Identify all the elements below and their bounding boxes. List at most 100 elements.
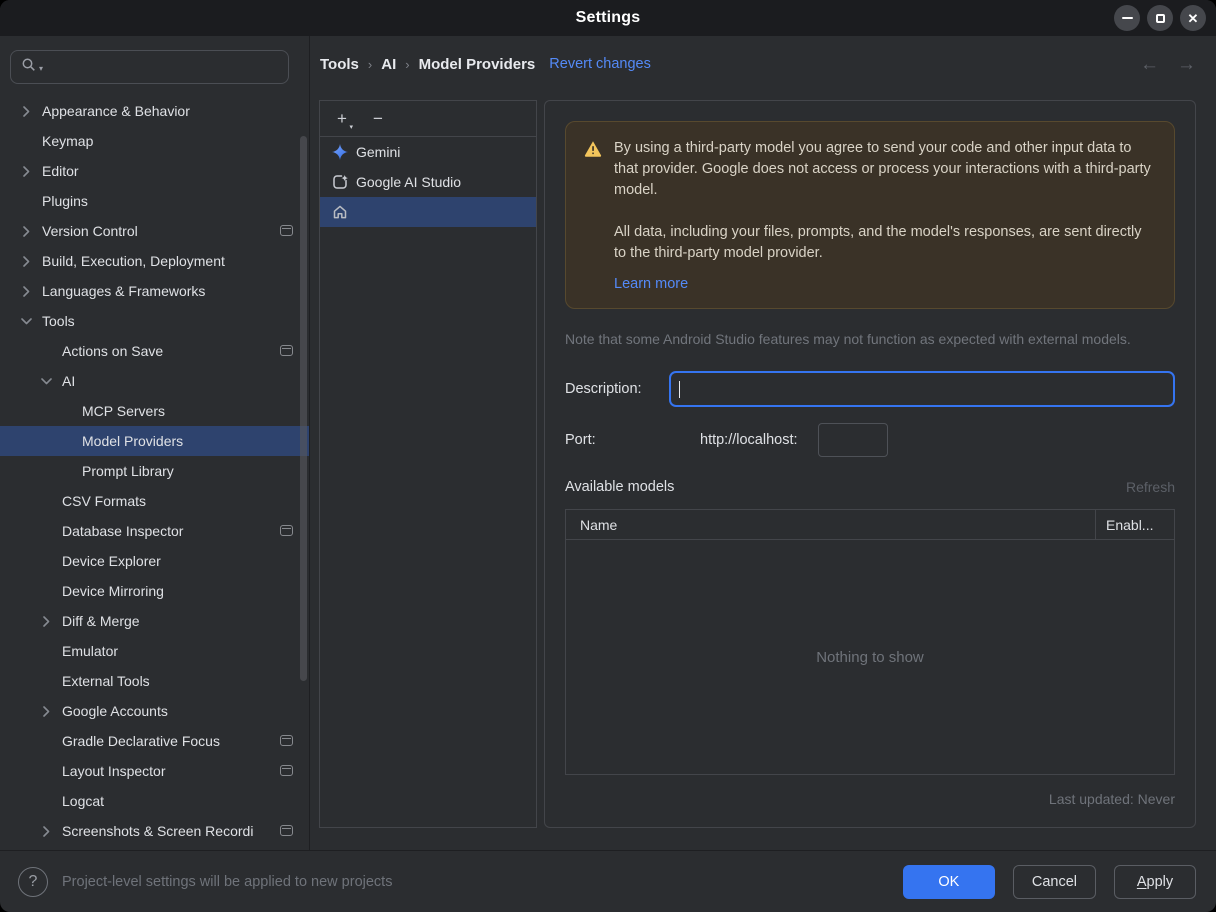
breadcrumb-part-ai[interactable]: AI xyxy=(381,56,396,73)
sidebar-item-tools[interactable]: Tools xyxy=(0,306,309,336)
sidebar-item-plugins[interactable]: Plugins xyxy=(0,186,309,216)
sidebar-item-label: External Tools xyxy=(62,673,150,689)
sidebar-item-label: MCP Servers xyxy=(82,403,165,419)
sidebar-item-screenshots-screen-recordi[interactable]: Screenshots & Screen Recordi xyxy=(0,816,309,846)
sidebar-item-build-execution-deployment[interactable]: Build, Execution, Deployment xyxy=(0,246,309,276)
help-button[interactable]: ? xyxy=(18,866,48,897)
sidebar-item-label: Actions on Save xyxy=(62,343,164,359)
providers-panel: + ▾ − Gemini Google AI Studio xyxy=(319,100,537,828)
ok-button[interactable]: OK xyxy=(902,864,995,899)
sidebar-item-editor[interactable]: Editor xyxy=(0,156,309,186)
breadcrumb-part-model-providers[interactable]: Model Providers xyxy=(419,56,536,73)
sidebar-item-device-explorer[interactable]: Device Explorer xyxy=(0,546,309,576)
description-input[interactable] xyxy=(669,371,1175,408)
breadcrumb-part-tools[interactable]: Tools xyxy=(320,56,359,73)
learn-more-link[interactable]: Learn more xyxy=(614,276,1156,292)
empty-table-text: Nothing to show xyxy=(816,648,924,666)
provider-item-new[interactable] xyxy=(320,197,536,227)
ai-studio-icon xyxy=(332,174,348,190)
titlebar: Settings ✕ xyxy=(0,0,1216,36)
settings-tree: Appearance & Behavior Keymap Editor Plugins… xyxy=(0,96,309,846)
sidebar-item-mcp-servers[interactable]: MCP Servers xyxy=(0,396,309,426)
sidebar-item-gradle-declarative-focus[interactable]: Gradle Declarative Focus xyxy=(0,726,309,756)
chevron-right-icon[interactable] xyxy=(16,165,42,177)
forward-arrow-icon[interactable]: → xyxy=(1177,55,1196,74)
project-settings-hint: Project-level settings will be applied t… xyxy=(62,873,393,890)
maximize-button[interactable] xyxy=(1147,5,1173,31)
sidebar-item-database-inspector[interactable]: Database Inspector xyxy=(0,516,309,546)
sidebar-item-label: Device Explorer xyxy=(62,553,161,569)
sidebar-item-ai[interactable]: AI xyxy=(0,366,309,396)
sidebar-item-layout-inspector[interactable]: Layout Inspector xyxy=(0,756,309,786)
add-provider-button[interactable]: + ▾ xyxy=(332,110,353,131)
sidebar-item-device-mirroring[interactable]: Device Mirroring xyxy=(0,576,309,606)
sidebar-item-label: Emulator xyxy=(62,643,119,659)
sidebar-item-model-providers[interactable]: Model Providers xyxy=(0,426,309,456)
chevron-down-icon[interactable] xyxy=(16,316,42,327)
providers-list: Gemini Google AI Studio xyxy=(320,137,536,827)
sidebar-item-label: Model Providers xyxy=(82,433,184,449)
help-icon: ? xyxy=(28,872,38,890)
sidebar-item-label: Editor xyxy=(42,163,79,179)
sidebar-item-label: AI xyxy=(62,373,76,389)
warning-icon xyxy=(584,140,602,292)
models-table-header: Name Enabl... xyxy=(566,510,1174,541)
providers-toolbar: + ▾ − xyxy=(320,101,536,137)
minus-icon: − xyxy=(373,109,383,128)
sidebar-item-diff-merge[interactable]: Diff & Merge xyxy=(0,606,309,636)
port-input[interactable] xyxy=(817,423,888,458)
chevron-right-icon[interactable] xyxy=(16,105,42,117)
description-row: Description: xyxy=(565,371,1175,408)
sidebar-item-label: Prompt Library xyxy=(82,463,174,479)
sidebar-item-prompt-library[interactable]: Prompt Library xyxy=(0,456,309,486)
sidebar-item-languages-frameworks[interactable]: Languages & Frameworks xyxy=(0,276,309,306)
sidebar-item-appearance-behavior[interactable]: Appearance & Behavior xyxy=(0,96,309,126)
chevron-right-icon[interactable] xyxy=(16,285,42,297)
search-icon xyxy=(21,57,37,78)
port-label: Port: xyxy=(565,432,596,449)
home-icon xyxy=(332,204,348,220)
close-button[interactable]: ✕ xyxy=(1180,5,1206,31)
chevron-right-icon[interactable] xyxy=(16,225,42,237)
window-title: Settings xyxy=(575,9,641,26)
revert-changes-link[interactable]: Revert changes xyxy=(549,56,651,72)
back-arrow-icon[interactable]: ← xyxy=(1140,55,1159,74)
chevron-right-icon[interactable] xyxy=(16,255,42,267)
apply-button[interactable]: Apply xyxy=(1114,864,1196,899)
sidebar-item-google-accounts[interactable]: Google Accounts xyxy=(0,696,309,726)
chevron-down-icon[interactable] xyxy=(36,376,62,387)
chevron-right-icon[interactable] xyxy=(36,705,62,717)
chevron-right-icon[interactable] xyxy=(36,825,62,837)
third-party-warning-banner: By using a third-party model you agree t… xyxy=(565,121,1175,310)
minimize-button[interactable] xyxy=(1114,5,1140,31)
cancel-button[interactable]: Cancel xyxy=(1012,864,1096,899)
footer-bar: ? Project-level settings will be applied… xyxy=(0,850,1216,912)
sidebar-item-emulator[interactable]: Emulator xyxy=(0,636,309,666)
column-header-name[interactable]: Name xyxy=(566,510,1096,540)
remove-provider-button[interactable]: − xyxy=(368,110,388,127)
sidebar-item-csv-formats[interactable]: CSV Formats xyxy=(0,486,309,516)
sidebar-item-label: Database Inspector xyxy=(62,523,184,539)
refresh-button[interactable]: Refresh xyxy=(1126,479,1175,495)
ide-window-icon xyxy=(280,345,293,356)
breadcrumb: Tools › AI › Model Providers xyxy=(320,56,535,73)
sidebar-item-external-tools[interactable]: External Tools xyxy=(0,666,309,696)
column-header-enabled[interactable]: Enabl... xyxy=(1096,517,1174,533)
sidebar-item-keymap[interactable]: Keymap xyxy=(0,126,309,156)
port-url-prefix: http://localhost: xyxy=(700,432,798,449)
search-options-caret-icon[interactable]: ▾ xyxy=(39,64,43,73)
search-input[interactable]: ▾ xyxy=(10,50,289,84)
sidebar-item-version-control[interactable]: Version Control xyxy=(0,216,309,246)
sidebar-item-label: Version Control xyxy=(42,223,138,239)
ide-window-icon xyxy=(280,225,293,236)
history-nav: ← → xyxy=(1140,55,1196,74)
provider-item-gemini[interactable]: Gemini xyxy=(320,137,536,167)
settings-sidebar: ▾ Appearance & Behavior Keymap Editor Plugi… xyxy=(0,36,310,850)
sidebar-item-logcat[interactable]: Logcat xyxy=(0,786,309,816)
available-models-row: Available models Refresh xyxy=(565,479,1175,495)
models-table-body: Nothing to show xyxy=(566,540,1174,774)
chevron-right-icon[interactable] xyxy=(36,615,62,627)
provider-item-google-ai-studio[interactable]: Google AI Studio xyxy=(320,167,536,197)
sidebar-scrollbar[interactable] xyxy=(300,136,307,681)
sidebar-item-actions-on-save[interactable]: Actions on Save xyxy=(0,336,309,366)
